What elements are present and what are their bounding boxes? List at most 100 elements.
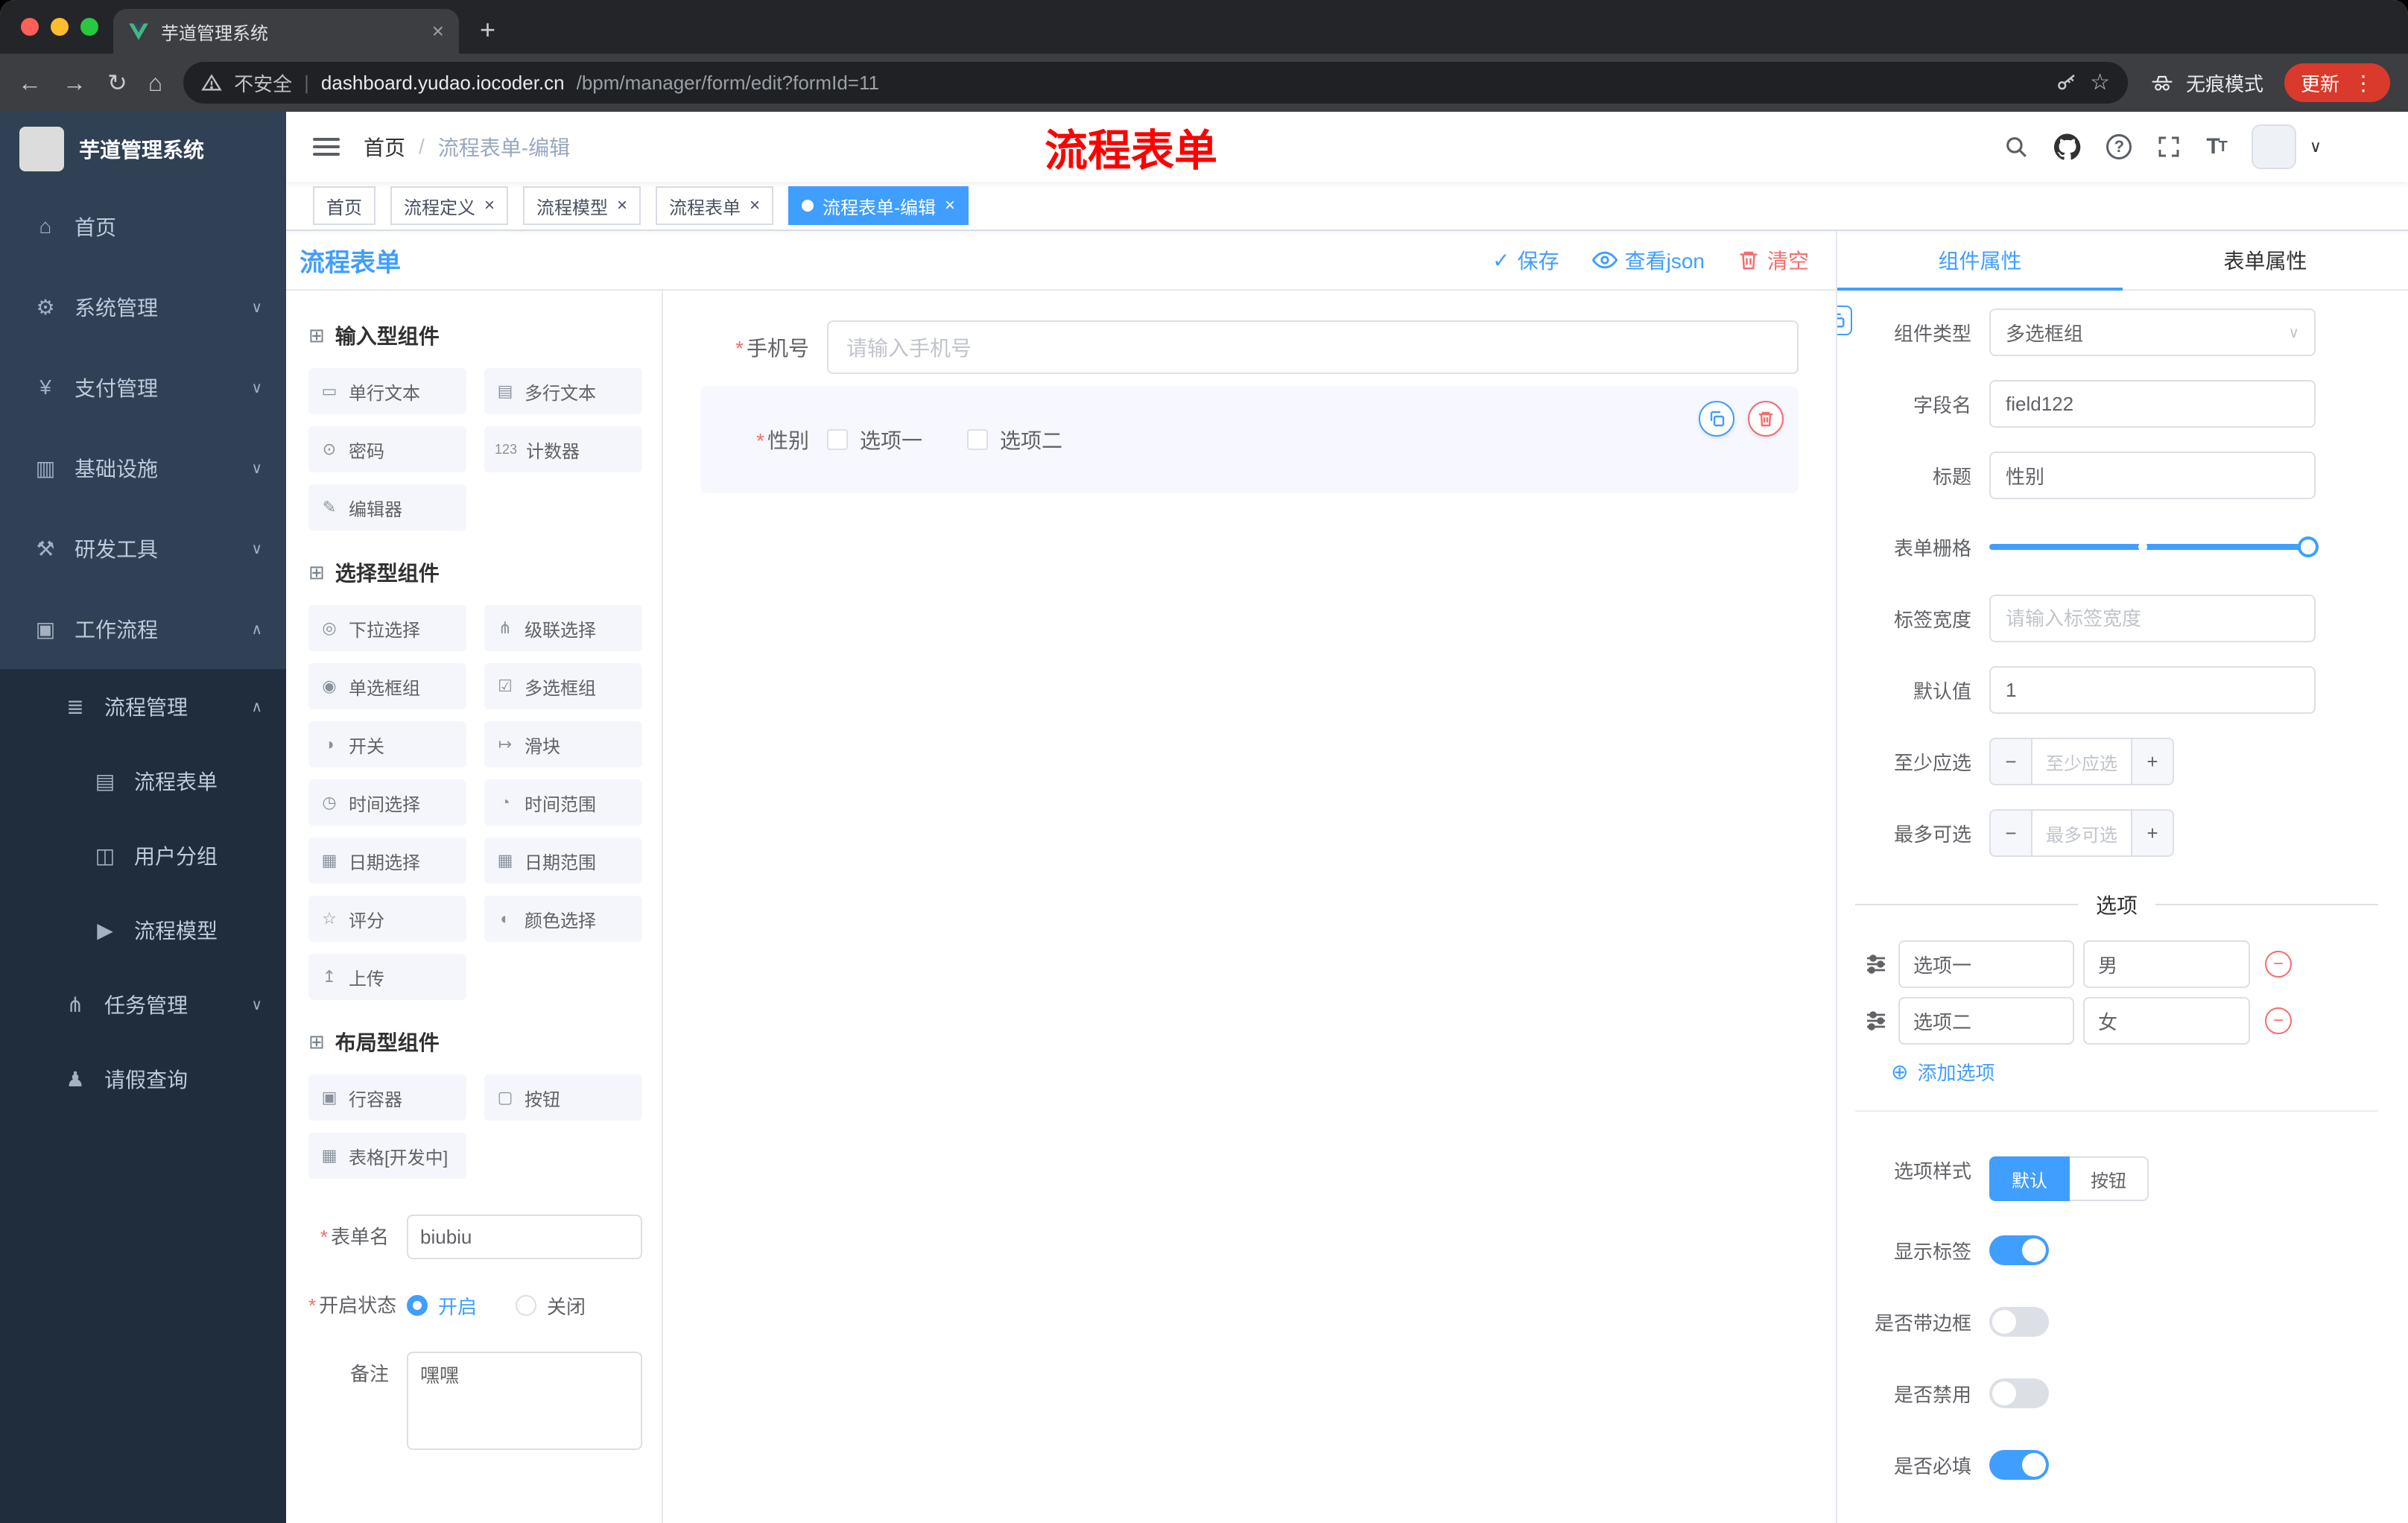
address-bar[interactable]: 不安全 | dashboard.yudao.iocoder.cn /bpm/ma… <box>183 62 2128 104</box>
component-type-select[interactable]: 多选框组 ∨ <box>1989 308 2316 356</box>
palette-item-password[interactable]: ⊙ 密码 <box>308 426 466 472</box>
tag-process-form[interactable]: 流程表单 × <box>656 186 774 225</box>
sidebar-item-payment-management[interactable]: ¥ 支付管理 ∨ <box>0 347 286 428</box>
form-canvas[interactable]: * 手机号 请输入手机号 * 性别 选项一 选项二 <box>663 291 1836 1523</box>
back-icon[interactable]: ← <box>18 71 42 95</box>
required-toggle[interactable] <box>1989 1450 2049 1480</box>
tag-process-model[interactable]: 流程模型 × <box>523 186 641 225</box>
palette-item-button[interactable]: ▢ 按钮 <box>484 1074 642 1121</box>
tag-process-definition[interactable]: 流程定义 × <box>390 186 509 225</box>
close-icon[interactable]: × <box>945 197 955 215</box>
help-icon[interactable]: ? <box>2106 134 2132 159</box>
palette-item-multi-text[interactable]: ▤ 多行文本 <box>484 368 642 414</box>
decrease-button[interactable]: − <box>1991 811 2032 855</box>
default-value-input[interactable] <box>1989 666 2316 714</box>
home-nav-icon[interactable]: ⌂ <box>148 71 162 95</box>
font-size-icon[interactable]: TT <box>2206 134 2228 159</box>
close-icon[interactable]: × <box>484 197 495 215</box>
palette-item-date-range[interactable]: ▦ 日期范围 <box>484 838 642 884</box>
sidebar-item-dev-tools[interactable]: ⚒ 研发工具 ∨ <box>0 508 286 589</box>
gender-option-1-checkbox[interactable]: 选项一 <box>827 425 922 455</box>
slider-handle[interactable] <box>2298 536 2319 557</box>
tab-form-props[interactable]: 表单属性 <box>2123 231 2408 289</box>
selected-component-gender[interactable]: * 性别 选项一 选项二 <box>700 386 1799 493</box>
drag-handle-icon[interactable] <box>1864 952 1888 976</box>
reload-icon[interactable]: ↻ <box>107 71 127 95</box>
decrease-button[interactable]: − <box>1991 739 2032 784</box>
style-default-button[interactable]: 默认 <box>1989 1156 2070 1201</box>
palette-item-time-picker[interactable]: ◷ 时间选择 <box>308 779 466 826</box>
new-tab-button[interactable]: + <box>480 16 495 43</box>
palette-item-cascader[interactable]: ⋔ 级联选择 <box>484 605 642 651</box>
avatar-caret-icon[interactable]: ∨ <box>2310 137 2322 156</box>
password-key-icon[interactable] <box>2056 72 2078 94</box>
palette-item-color-picker[interactable]: ◐ 颜色选择 <box>484 896 642 942</box>
sidebar-item-process-model[interactable]: ▶ 流程模型 <box>0 893 286 967</box>
view-json-button[interactable]: 查看json <box>1591 245 1705 275</box>
gender-option-2-checkbox[interactable]: 选项二 <box>967 425 1062 455</box>
status-off-radio[interactable]: 关闭 <box>516 1292 586 1320</box>
tab-component-props[interactable]: 组件属性 <box>1837 231 2123 289</box>
sidebar-item-process-management[interactable]: ≣ 流程管理 ∧ <box>0 669 286 744</box>
disabled-toggle[interactable] <box>1989 1378 2049 1408</box>
palette-item-slider[interactable]: ↦ 滑块 <box>484 721 642 767</box>
sidebar-item-home[interactable]: ⌂ 首页 <box>0 186 286 267</box>
palette-item-time-range[interactable]: ◔ 时间范围 <box>484 779 642 826</box>
title-input[interactable] <box>1989 452 2316 499</box>
bookmark-star-icon[interactable]: ☆ <box>2090 72 2110 94</box>
sidebar-item-system-management[interactable]: ⚙ 系统管理 ∨ <box>0 267 286 347</box>
avatar[interactable] <box>2251 124 2296 169</box>
drag-handle-icon[interactable] <box>1864 1009 1888 1033</box>
show-label-toggle[interactable] <box>1989 1235 2049 1265</box>
sidebar-item-process-form[interactable]: ▤ 流程表单 <box>0 744 286 818</box>
sidebar-item-user-group[interactable]: ◫ 用户分组 <box>0 818 286 893</box>
close-icon[interactable]: × <box>750 197 760 215</box>
copy-link-button[interactable] <box>1837 305 1852 335</box>
copy-component-button[interactable] <box>1699 401 1734 437</box>
palette-item-counter[interactable]: 123 计数器 <box>484 426 642 472</box>
forward-icon[interactable]: → <box>63 71 86 95</box>
delete-component-button[interactable] <box>1748 401 1784 437</box>
palette-item-select[interactable]: ◎ 下拉选择 <box>308 605 466 651</box>
phone-field-row[interactable]: * 手机号 请输入手机号 <box>700 320 1799 374</box>
increase-button[interactable]: + <box>2131 811 2173 855</box>
sidebar-item-leave-query[interactable]: ♟ 请假查询 <box>0 1042 286 1116</box>
option-1-name-input[interactable] <box>1898 940 2074 988</box>
maximize-window-button[interactable] <box>80 18 98 36</box>
close-icon[interactable]: × <box>617 197 627 215</box>
palette-item-rate[interactable]: ☆ 评分 <box>308 896 466 942</box>
tag-process-form-edit[interactable]: 流程表单-编辑 × <box>788 186 969 225</box>
hamburger-icon[interactable] <box>313 138 340 156</box>
increase-button[interactable]: + <box>2131 739 2173 784</box>
label-width-input[interactable] <box>1989 595 2316 642</box>
breadcrumb-home[interactable]: 首页 <box>364 132 405 162</box>
status-on-radio[interactable]: 开启 <box>407 1292 477 1320</box>
palette-item-date-picker[interactable]: ▦ 日期选择 <box>308 838 466 884</box>
option-2-value-input[interactable] <box>2083 997 2250 1045</box>
palette-item-table[interactable]: ▦ 表格[开发中] <box>308 1133 466 1179</box>
remove-option-button[interactable]: − <box>2265 1007 2292 1034</box>
add-option-button[interactable]: ⊕ 添加选项 <box>1891 1054 2378 1089</box>
palette-item-checkbox-group[interactable]: ☑ 多选框组 <box>484 663 642 709</box>
sidebar-item-task-management[interactable]: ⋔ 任务管理 ∨ <box>0 967 286 1042</box>
tag-home[interactable]: 首页 <box>313 186 376 225</box>
remove-option-button[interactable]: − <box>2265 951 2292 978</box>
sidebar-item-workflow[interactable]: ▣ 工作流程 ∧ <box>0 589 286 669</box>
security-label[interactable]: 不安全 <box>234 69 292 97</box>
browser-menu-icon[interactable]: ⋮ <box>2353 71 2374 95</box>
palette-item-upload[interactable]: ↥ 上传 <box>308 954 466 1000</box>
style-button-button[interactable]: 按钮 <box>2070 1156 2149 1201</box>
minimize-window-button[interactable] <box>51 18 69 36</box>
palette-item-switch[interactable]: ◑ 开关 <box>308 721 466 767</box>
option-1-value-input[interactable] <box>2083 940 2250 988</box>
form-remark-textarea[interactable]: 嘿嘿 <box>407 1352 642 1450</box>
save-button[interactable]: ✓ 保存 <box>1492 245 1559 275</box>
search-icon[interactable] <box>2003 134 2029 159</box>
clear-button[interactable]: 清空 <box>1737 245 1809 275</box>
palette-item-editor[interactable]: ✎ 编辑器 <box>308 484 466 531</box>
with-border-toggle[interactable] <box>1989 1307 2049 1337</box>
option-2-name-input[interactable] <box>1898 997 2074 1045</box>
sidebar-logo-row[interactable]: 芋道管理系统 <box>0 112 286 186</box>
palette-item-row-container[interactable]: ▣ 行容器 <box>308 1074 466 1121</box>
form-name-input[interactable] <box>407 1215 642 1259</box>
